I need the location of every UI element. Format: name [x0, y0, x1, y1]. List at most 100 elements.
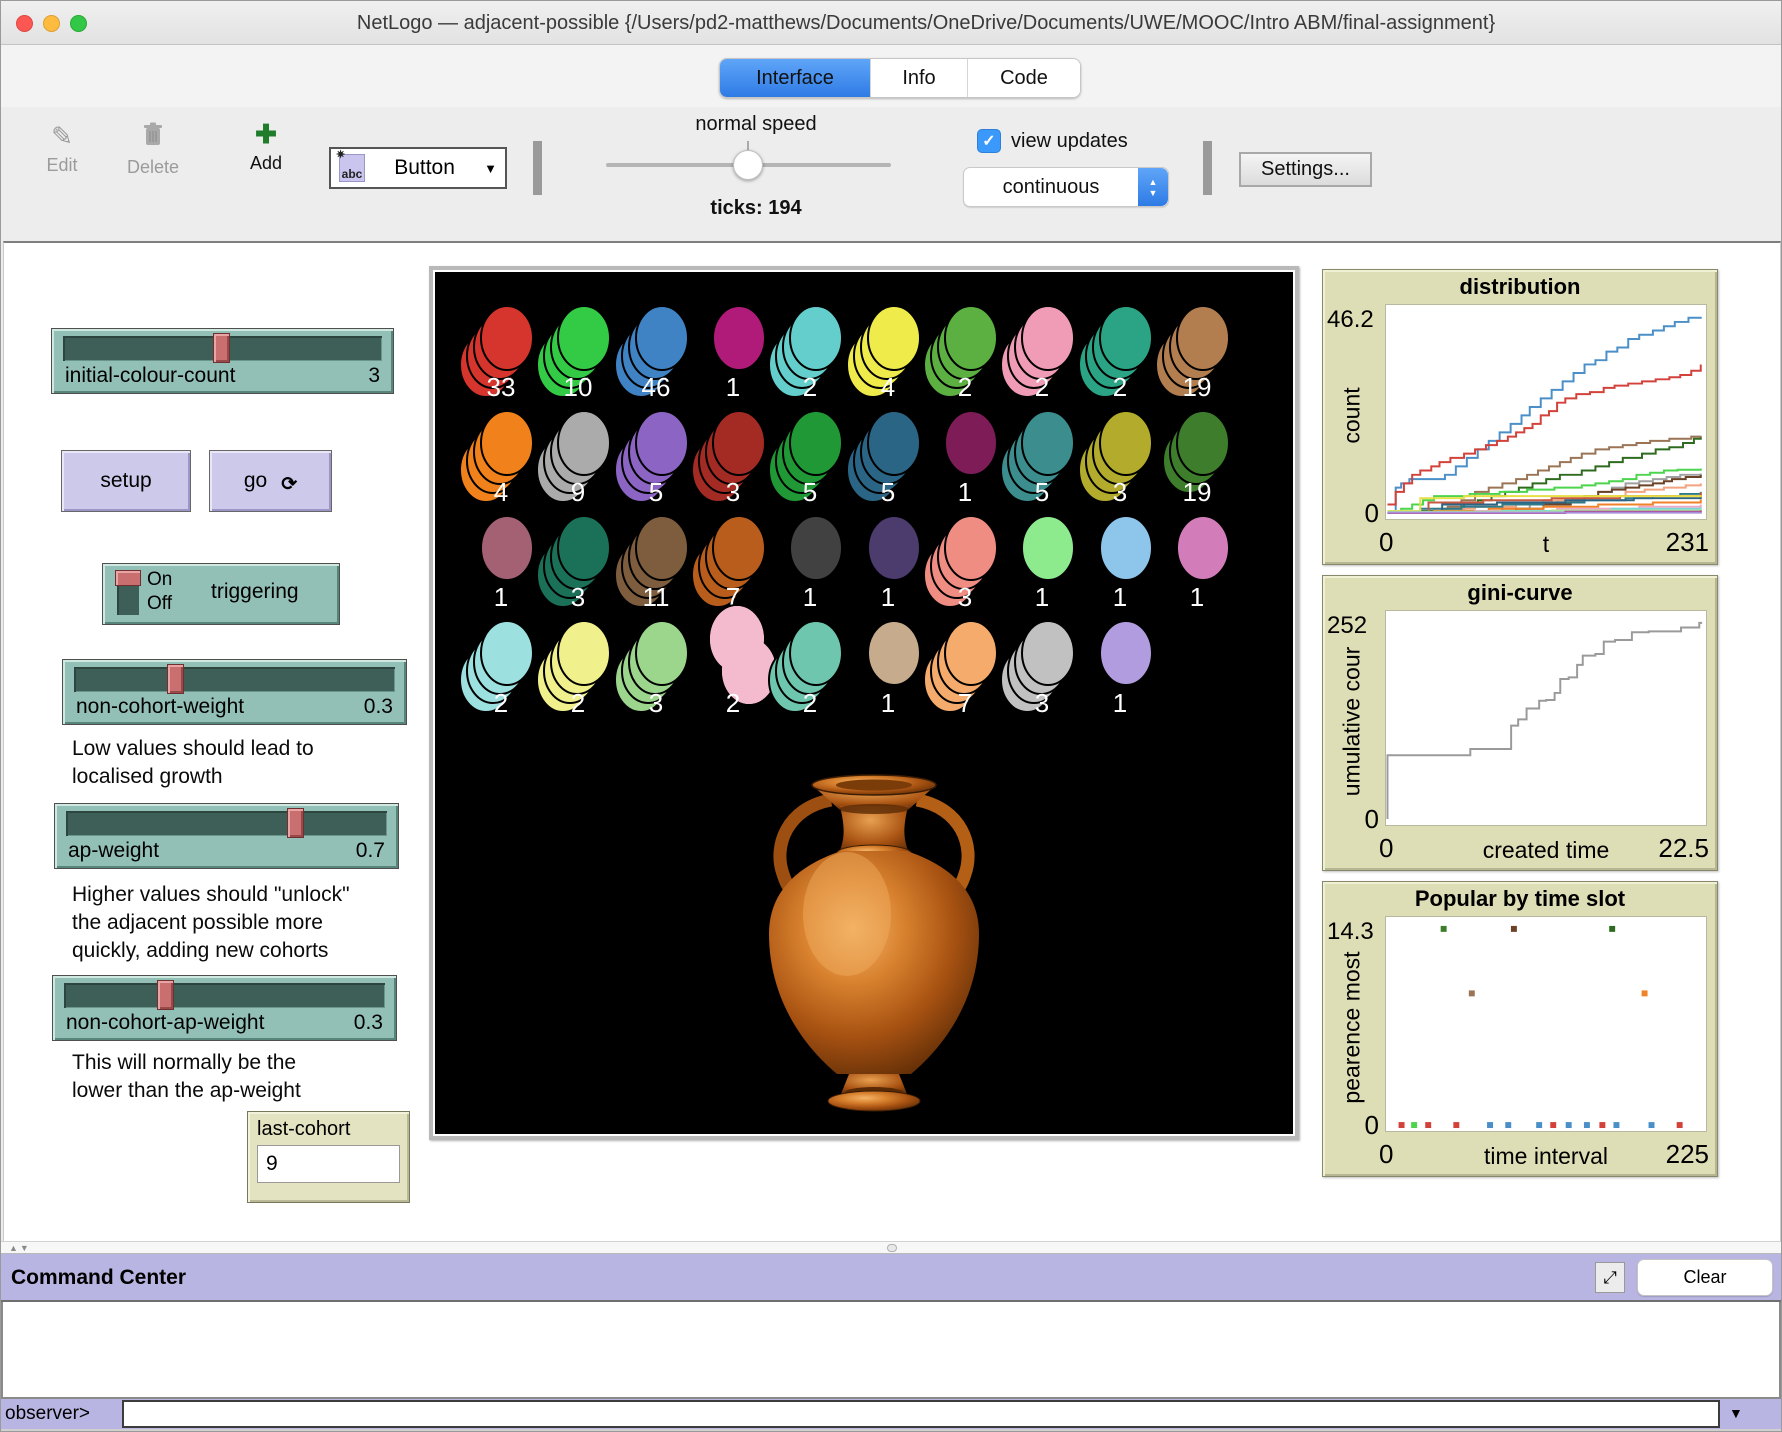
cluster-count-label: 5: [803, 477, 817, 507]
minimize-window-icon[interactable]: [43, 15, 60, 32]
world-canvas[interactable]: 3310461242221949535515319131171131112232…: [435, 272, 1293, 1134]
slider-thumb[interactable]: [167, 664, 184, 694]
plot-gini-curve: gini-curve 252 umulative cour 0 0 create…: [1322, 575, 1718, 871]
close-window-icon[interactable]: [16, 15, 33, 32]
ticks-counter: ticks: 194: [596, 197, 916, 220]
scatter-point: [1536, 1122, 1542, 1128]
cluster-count-label: 3: [726, 477, 740, 507]
cluster-count-label: 46: [642, 372, 671, 402]
plus-icon: ✚: [239, 119, 293, 149]
window-title: NetLogo — adjacent-possible {/Users/pd2-…: [111, 1, 1741, 45]
note-non-cohort-weight: Low values should lead tolocalised growt…: [72, 735, 314, 791]
plot-popular-by-time-slot: Popular by time slot 14.3 pearence most …: [1322, 881, 1718, 1177]
trash-icon: [121, 121, 185, 153]
zoom-window-icon[interactable]: [70, 15, 87, 32]
plot-distribution: distribution 46.2 count 0 0 t 231: [1322, 269, 1718, 565]
plot-canvas: [1385, 916, 1707, 1132]
command-input[interactable]: [122, 1400, 1720, 1428]
speed-slider-thumb[interactable]: [733, 150, 763, 180]
plot-series-gini: [1387, 623, 1702, 819]
scatter-point: [1584, 1122, 1590, 1128]
cluster-count-label: 5: [649, 477, 663, 507]
update-mode-dropdown[interactable]: continuous ▲▼: [963, 167, 1169, 207]
scatter-point: [1649, 1122, 1655, 1128]
slider-initial-colour-count[interactable]: initial-colour-count3: [51, 328, 394, 394]
button-widget-icon: ✷abc: [339, 154, 365, 182]
view-updates-checkbox[interactable]: ✓: [977, 129, 1001, 153]
world-view[interactable]: 3310461242221949535515319131171131112232…: [429, 266, 1299, 1140]
scatter-point: [1399, 1122, 1405, 1128]
command-center-title: Command Center: [11, 1266, 186, 1290]
slider-ap-weight[interactable]: ap-weight0.7: [54, 803, 399, 869]
cluster-count-label: 2: [726, 688, 740, 718]
tab-code[interactable]: Code: [967, 59, 1080, 97]
cluster-count-label: 9: [571, 477, 585, 507]
slider-thumb[interactable]: [157, 980, 174, 1010]
command-center-output[interactable]: [1, 1302, 1781, 1399]
netlogo-window: NetLogo — adjacent-possible {/Users/pd2-…: [0, 0, 1782, 1432]
plot-canvas: [1385, 304, 1707, 520]
scatter-point: [1677, 1122, 1683, 1128]
switch-triggering[interactable]: OnOff triggering: [102, 563, 340, 625]
scatter-point: [1469, 990, 1475, 996]
clear-button[interactable]: Clear: [1637, 1259, 1773, 1296]
cluster-count-label: 19: [1183, 372, 1212, 402]
delete-button[interactable]: Delete: [121, 121, 185, 178]
cluster-count-label: 11: [643, 582, 670, 612]
cluster-count-label: 3: [1035, 688, 1049, 718]
monitor-last-cohort: last-cohort 9: [247, 1111, 410, 1203]
cluster-count-label: 1: [1190, 582, 1204, 612]
scatter-point: [1453, 1122, 1459, 1128]
slider-track[interactable]: [64, 983, 385, 1008]
stepper-chevrons-icon: ▲▼: [1138, 168, 1168, 206]
slider-thumb[interactable]: [287, 808, 304, 838]
tab-info[interactable]: Info: [870, 59, 967, 97]
cluster-count-label: 2: [1035, 372, 1049, 402]
detach-command-center-icon[interactable]: ⤢: [1595, 1262, 1625, 1293]
cluster-count-label: 1: [881, 688, 895, 718]
slider-non-cohort-ap-weight[interactable]: non-cohort-ap-weight0.3: [52, 975, 397, 1041]
cluster-count-label: 1: [803, 582, 817, 612]
slider-track[interactable]: [74, 667, 395, 692]
interface-canvas: initial-colour-count3 non-cohort-weight0…: [3, 241, 1781, 1241]
cluster-count-label: 2: [571, 688, 585, 718]
cluster-count-label: 1: [958, 477, 972, 507]
cluster-count-label: 3: [958, 582, 972, 612]
observer-prompt: observer>: [1, 1399, 120, 1429]
scatter-point: [1505, 1122, 1511, 1128]
slider-thumb[interactable]: [213, 333, 230, 363]
settings-button[interactable]: Settings...: [1239, 152, 1372, 187]
command-center-splitter[interactable]: ▲▼: [1, 1241, 1781, 1254]
cluster-count-label: 10: [564, 372, 593, 402]
switch-slot[interactable]: [117, 573, 139, 615]
speed-slider-label: normal speed: [596, 113, 916, 136]
cluster-count-label: 5: [1035, 477, 1049, 507]
slider-non-cohort-weight[interactable]: non-cohort-weight0.3: [62, 659, 407, 725]
splitter-arrows-icon[interactable]: ▲▼: [9, 1243, 31, 1253]
go-button[interactable]: go ⟳: [209, 450, 332, 512]
history-dropdown-icon[interactable]: ▼: [1729, 1405, 1743, 1421]
chevron-down-icon: ▼: [484, 161, 497, 176]
cluster-count-label: 1: [1113, 582, 1127, 612]
scatter-point: [1487, 1122, 1493, 1128]
splitter-grip[interactable]: [887, 1244, 897, 1252]
cluster-count-label: 1: [494, 582, 508, 612]
slider-track[interactable]: [63, 336, 382, 361]
slider-track[interactable]: [66, 811, 387, 836]
edit-button[interactable]: ✎ Edit: [35, 121, 89, 176]
scatter-point: [1441, 926, 1447, 932]
cluster-count-label: 3: [571, 582, 585, 612]
cluster-count-label: 1: [726, 372, 740, 402]
tab-group: Interface Info Code: [719, 58, 1081, 98]
plot-canvas: [1385, 610, 1707, 826]
monitor-value: 9: [257, 1145, 400, 1183]
switch-knob[interactable]: [115, 570, 141, 586]
cluster-count-label: 3: [1113, 477, 1127, 507]
widget-type-dropdown[interactable]: ✷abc Button ▼: [329, 147, 507, 189]
view-updates-label: view updates: [1011, 130, 1128, 153]
tab-interface[interactable]: Interface: [720, 59, 870, 97]
tab-band: Interface Info Code: [1, 45, 1781, 107]
scatter-point: [1609, 926, 1615, 932]
add-button[interactable]: ✚ Add: [239, 119, 293, 174]
setup-button[interactable]: setup: [61, 450, 191, 512]
